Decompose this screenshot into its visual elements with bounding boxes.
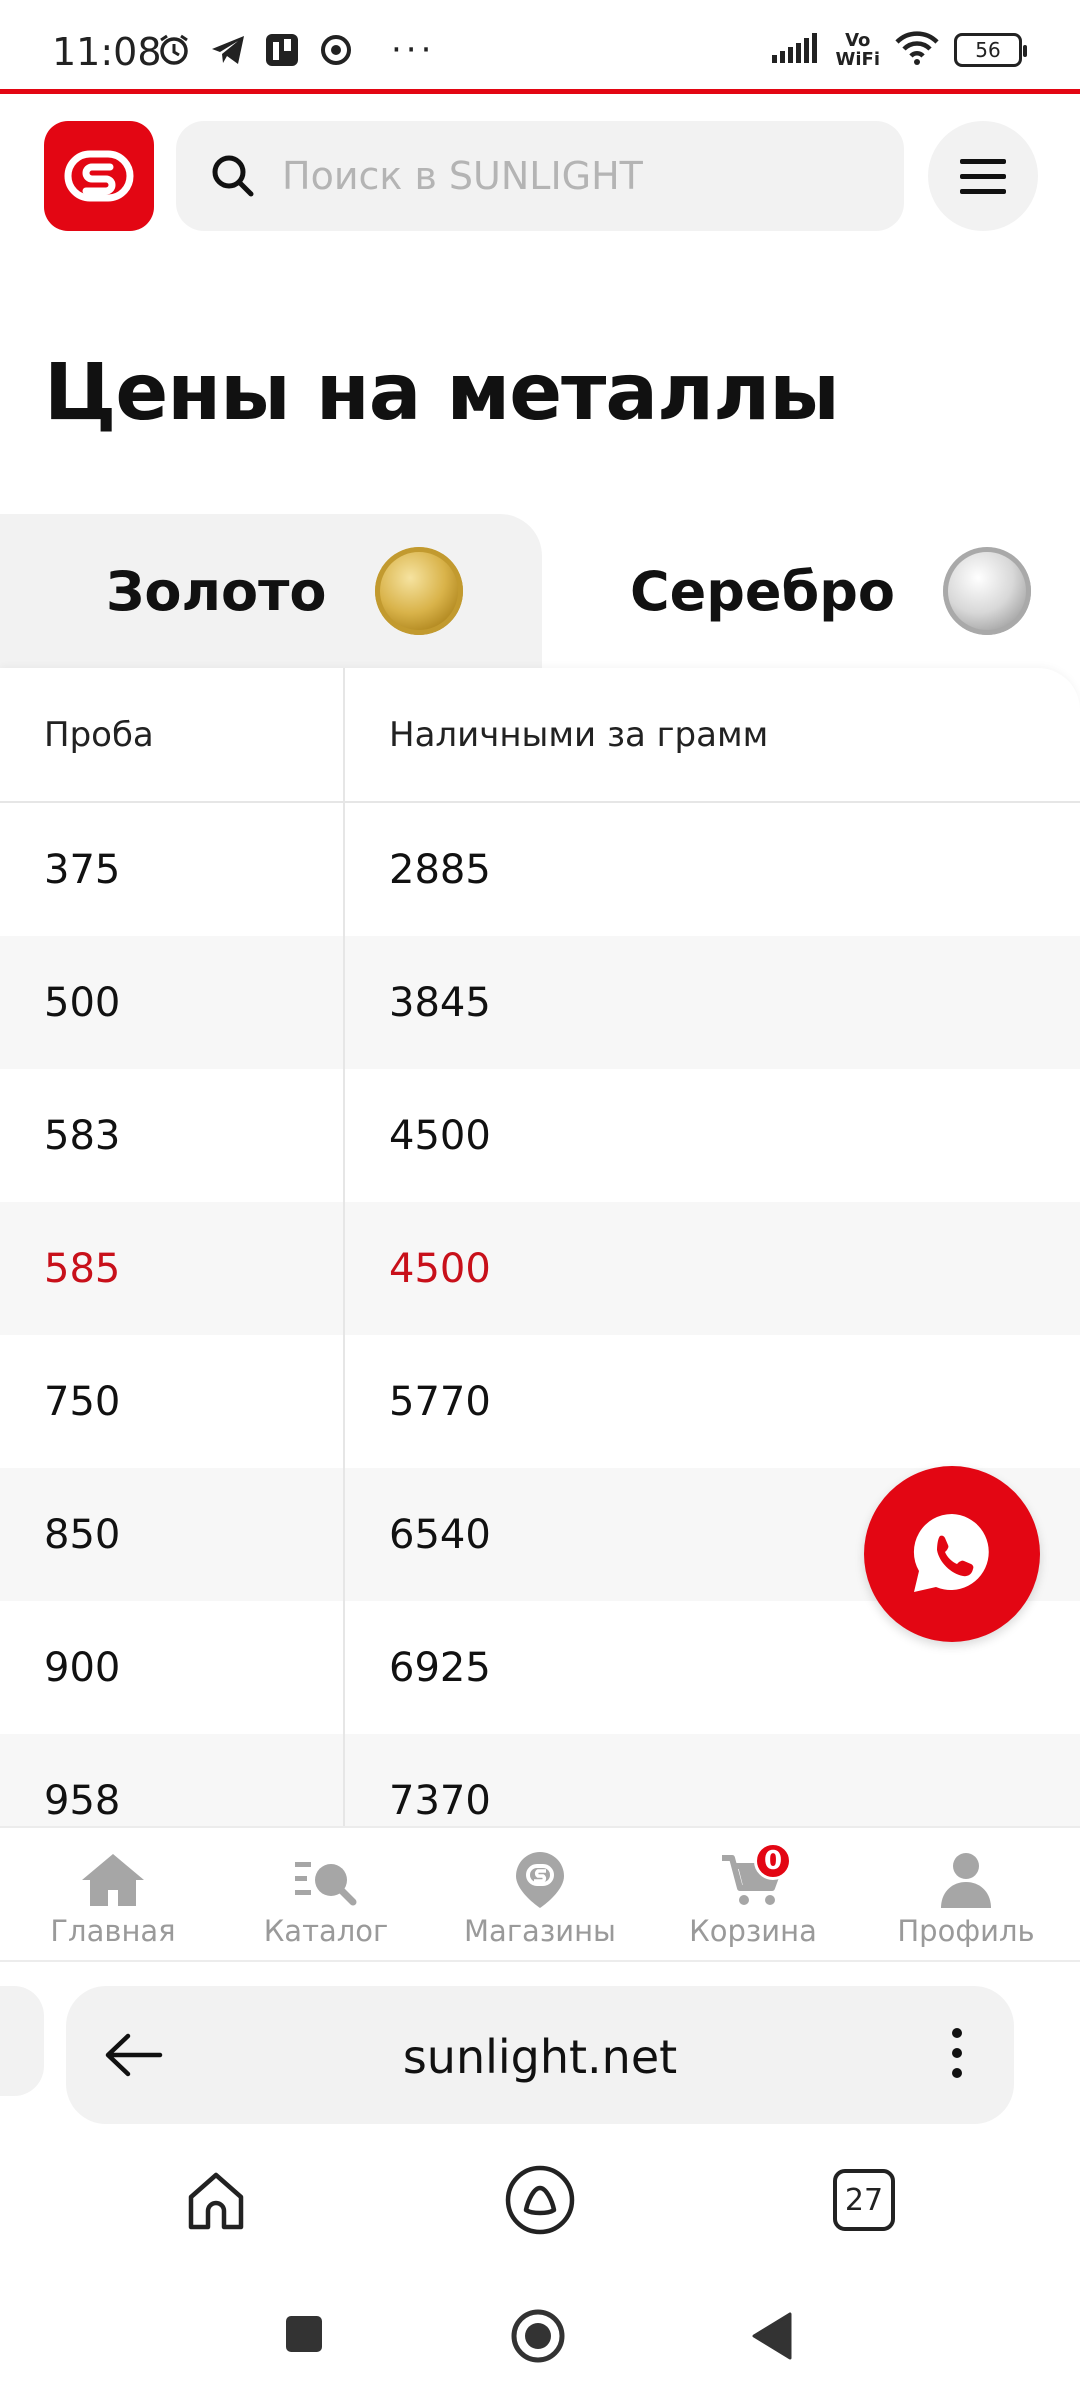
cell-proba: 375 [44, 846, 121, 893]
gold-coin-icon [374, 547, 463, 635]
app-icon [263, 31, 301, 69]
search-icon [212, 155, 254, 197]
cell-proba: 750 [44, 1378, 121, 1425]
page-title: Цены на металлы [44, 348, 840, 438]
profile-icon [941, 1853, 991, 1908]
tab-gold[interactable]: Золото [0, 514, 542, 668]
status-system-icons: Vo WiFi 56 [771, 30, 1027, 70]
nav-label-profile: Профиль [897, 1914, 1035, 1948]
system-navigation-bar [0, 2290, 1080, 2400]
column-header-proba: Проба [44, 714, 154, 755]
home-system-button[interactable] [510, 2308, 566, 2368]
cell-proba: 585 [44, 1245, 121, 1292]
tabs-count: 27 [833, 2169, 895, 2231]
cell-price: 5770 [389, 1378, 491, 1425]
home-outline-icon [188, 2172, 244, 2230]
circle-icon [511, 2309, 565, 2363]
status-notification-icons: ··· [155, 30, 435, 70]
cell-proba: 850 [44, 1511, 121, 1558]
tabs-switcher-button[interactable]: 27 [828, 2164, 900, 2236]
signal-icon [771, 33, 822, 67]
bottom-navigation: Главная Каталог Магазины 0 Корзина Профи… [0, 1826, 1080, 1962]
table-row: 958 7370 [0, 1734, 1080, 1828]
alice-assistant-button[interactable] [504, 2164, 576, 2236]
cell-proba: 500 [44, 979, 121, 1026]
site-header [0, 99, 1080, 249]
table-row: 500 3845 [0, 936, 1080, 1069]
assistant-icon [505, 2165, 575, 2235]
nav-item-profile[interactable]: Профиль [866, 1828, 1066, 1964]
vowifi-indicator: Vo WiFi [835, 30, 881, 70]
column-header-price: Наличными за грамм [389, 714, 769, 755]
search-bar[interactable] [176, 121, 904, 231]
back-system-button[interactable] [752, 2312, 792, 2364]
nav-item-stores[interactable]: Магазины [440, 1828, 640, 1964]
cell-price: 3845 [389, 979, 491, 1026]
table-row: 583 4500 [0, 1069, 1080, 1202]
nav-item-cart[interactable]: 0 Корзина [653, 1828, 853, 1964]
cart-count-badge: 0 [754, 1842, 792, 1880]
cell-proba: 900 [44, 1644, 121, 1691]
metal-tabs: Золото Серебро [0, 514, 1080, 668]
tab-silver[interactable]: Серебро [542, 514, 1080, 668]
url-pill[interactable]: sunlight.net [66, 1986, 1014, 2124]
nav-label-catalog: Каталог [263, 1914, 389, 1948]
column-divider [343, 668, 345, 1828]
cell-price: 4500 [389, 1112, 491, 1159]
battery-indicator: 56 [954, 33, 1027, 67]
triangle-back-icon [752, 2312, 792, 2360]
search-input[interactable] [282, 154, 842, 198]
browser-toolbar: 27 [0, 2120, 1080, 2290]
cell-price: 6925 [389, 1644, 491, 1691]
table-header-row: Проба Наличными за грамм [0, 668, 1080, 803]
tab-silver-label: Серебро [630, 559, 895, 623]
whatsapp-button[interactable] [864, 1466, 1040, 1642]
nav-item-home[interactable]: Главная [13, 1828, 213, 1964]
price-table: Проба Наличными за грамм 375 2885 500 38… [0, 668, 1080, 1828]
nav-label-stores: Магазины [464, 1914, 616, 1948]
nav-label-home: Главная [50, 1914, 176, 1948]
sunlight-logo[interactable] [44, 121, 154, 231]
catalog-search-icon [295, 1862, 357, 1906]
map-pin-icon [516, 1852, 564, 1908]
whatsapp-icon [913, 1513, 989, 1592]
cell-proba: 958 [44, 1777, 121, 1824]
menu-button[interactable] [928, 121, 1038, 231]
browser-address-bar: sunlight.net [0, 1962, 1080, 2124]
more-notifications-icon: ··· [391, 30, 436, 70]
telegram-icon [209, 31, 247, 69]
browser-menu-icon[interactable] [952, 2028, 962, 2078]
cell-price: 4500 [389, 1245, 491, 1292]
status-time: 11:08 [52, 30, 162, 74]
cell-proba: 583 [44, 1112, 121, 1159]
cell-price: 7370 [389, 1777, 491, 1824]
status-bar: 11:08 ··· Vo WiFi 56 [0, 0, 1080, 94]
table-row: 375 2885 [0, 803, 1080, 936]
table-row-highlighted: 585 4500 [0, 1202, 1080, 1335]
hamburger-icon [960, 158, 1006, 164]
wifi-icon [894, 30, 940, 70]
nav-item-catalog[interactable]: Каталог [226, 1828, 426, 1964]
cell-price: 2885 [389, 846, 491, 893]
nav-label-cart: Корзина [689, 1914, 817, 1948]
recents-button[interactable] [284, 2314, 324, 2358]
tab-gold-label: Золото [106, 559, 327, 623]
home-icon [82, 1854, 144, 1906]
silver-coin-icon [943, 547, 1031, 635]
url-text[interactable]: sunlight.net [66, 2030, 1014, 2084]
browser-home-button[interactable] [180, 2164, 252, 2236]
square-icon [286, 2316, 322, 2352]
chrome-icon [317, 31, 355, 69]
alarm-icon [155, 31, 193, 69]
table-row: 750 5770 [0, 1335, 1080, 1468]
previous-tab-peek[interactable] [0, 1986, 44, 2096]
cell-price: 6540 [389, 1511, 491, 1558]
